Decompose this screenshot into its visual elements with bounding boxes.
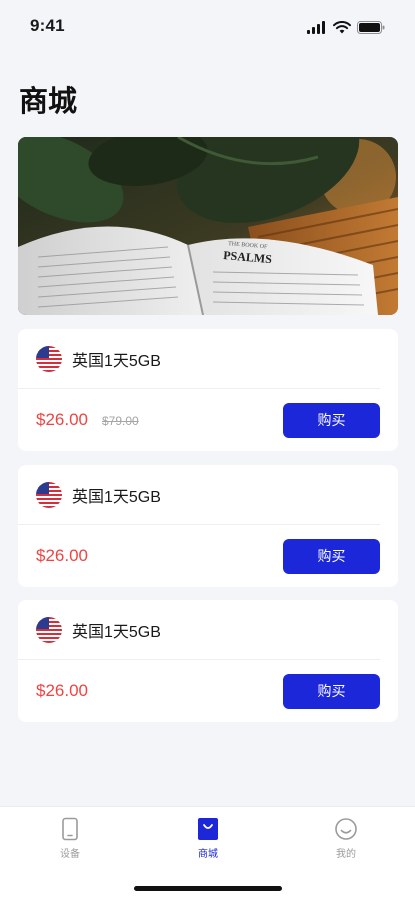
smile-icon — [335, 818, 357, 840]
home-indicator[interactable] — [134, 886, 282, 891]
buy-button[interactable]: 购买 — [283, 673, 380, 709]
product-header: 英国1天5GB — [18, 600, 380, 660]
tab-label: 商城 — [198, 849, 218, 860]
wifi-icon — [333, 20, 351, 33]
us-flag-icon — [36, 481, 62, 508]
product-header: 英国1天5GB — [18, 465, 380, 525]
tab-device[interactable]: 设备 — [40, 817, 100, 860]
tab-label: 设备 — [60, 849, 80, 860]
shop-bag-icon — [198, 818, 218, 840]
banner-image: THE BOOK OF PSALMS — [18, 137, 398, 315]
product-footer: $26.00 购买 — [18, 660, 398, 722]
product-card[interactable]: 英国1天5GB $26.00 $79.00 购买 — [18, 329, 398, 451]
promo-banner[interactable]: THE BOOK OF PSALMS — [18, 137, 398, 315]
tab-label: 我的 — [336, 849, 356, 860]
product-title: 英国1天5GB — [72, 623, 161, 641]
product-card[interactable]: 英国1天5GB $26.00 购买 — [18, 465, 398, 587]
product-price: $26.00 — [36, 410, 88, 429]
product-title: 英国1天5GB — [72, 352, 161, 370]
tab-profile[interactable]: 我的 — [316, 817, 376, 860]
status-icons — [307, 20, 385, 34]
tab-shop[interactable]: 商城 — [178, 817, 238, 860]
product-header: 英国1天5GB — [18, 329, 380, 389]
buy-button[interactable]: 购买 — [283, 402, 380, 438]
product-footer: $26.00 $79.00 购买 — [18, 389, 398, 451]
product-price: $26.00 — [36, 546, 88, 565]
page-title: 商城 — [19, 86, 78, 118]
product-price: $26.00 — [36, 681, 88, 700]
bottom-tab-bar: 设备 商城 我的 — [0, 806, 415, 900]
signal-icon — [307, 20, 325, 34]
price-group: $26.00 — [36, 681, 88, 701]
status-bar: 9:41 — [0, 0, 415, 54]
battery-icon — [357, 20, 385, 34]
price-group: $26.00 — [36, 546, 88, 566]
device-icon — [62, 817, 78, 841]
product-original-price: $79.00 — [102, 414, 139, 428]
product-footer: $26.00 购买 — [18, 525, 398, 587]
us-flag-icon — [36, 345, 62, 372]
status-time: 9:41 — [30, 16, 65, 35]
product-title: 英国1天5GB — [72, 488, 161, 506]
product-card[interactable]: 英国1天5GB $26.00 购买 — [18, 600, 398, 722]
price-group: $26.00 $79.00 — [36, 410, 139, 430]
buy-button[interactable]: 购买 — [283, 538, 380, 574]
us-flag-icon — [36, 616, 62, 643]
